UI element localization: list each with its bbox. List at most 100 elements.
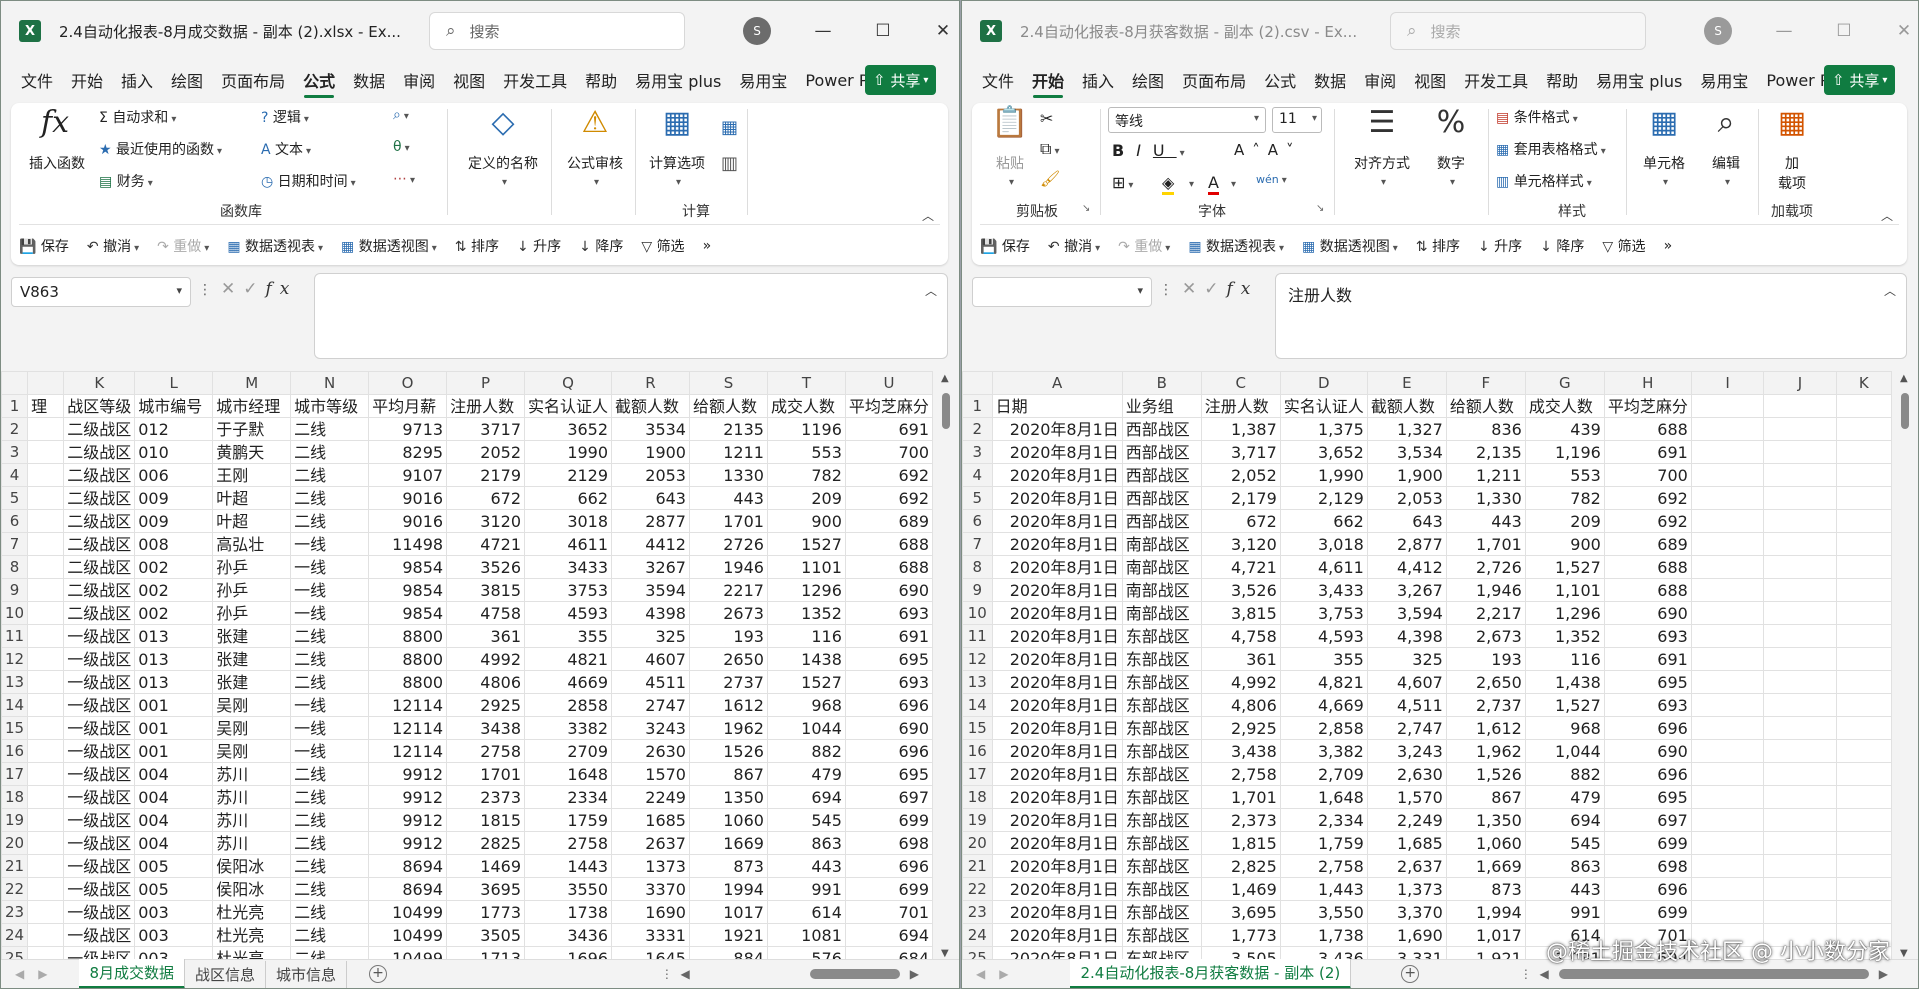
row-header[interactable]: 19 [1, 808, 29, 832]
table-cell[interactable]: 692 [1603, 509, 1692, 533]
table-cell[interactable]: 882 [1524, 762, 1605, 786]
table-cell[interactable] [1763, 555, 1837, 579]
tab-insert[interactable]: 插入 [1080, 64, 1116, 96]
maximize-icon[interactable]: ☐ [1814, 21, 1874, 41]
table-cell[interactable]: 001 [134, 716, 214, 740]
table-cell[interactable]: 690 [844, 578, 933, 602]
table-cell[interactable]: 002 [134, 601, 214, 625]
qa-sort-asc[interactable]: ↓ 升序 [1478, 236, 1522, 256]
table-cell[interactable]: 二线 [290, 877, 370, 901]
table-cell[interactable]: 西部战区 [1121, 509, 1202, 533]
row-header[interactable]: 10 [962, 601, 993, 625]
table-cell[interactable]: 二线 [290, 509, 370, 533]
table-cell[interactable]: 2129 [524, 463, 613, 487]
table-cell[interactable]: 2,877 [1366, 532, 1447, 556]
row-header[interactable]: 8 [962, 555, 993, 579]
column-header[interactable]: B [1121, 371, 1202, 395]
table-cell[interactable] [27, 831, 65, 855]
table-cell[interactable] [1690, 831, 1765, 855]
table-cell[interactable] [1690, 877, 1765, 901]
table-cell[interactable]: 2,747 [1366, 716, 1447, 740]
table-cell[interactable] [1763, 785, 1837, 809]
column-header[interactable]: L [134, 371, 214, 395]
table-cell[interactable]: 004 [134, 808, 214, 832]
table-cell[interactable]: 二线 [290, 762, 370, 786]
name-box[interactable]: ▾ [972, 277, 1152, 307]
row-header[interactable]: 12 [962, 647, 993, 671]
table-cell[interactable] [1690, 808, 1765, 832]
table-cell[interactable]: 672 [446, 486, 526, 510]
table-cell[interactable] [1835, 463, 1892, 487]
table-cell[interactable]: 南部战区 [1121, 578, 1202, 602]
table-cell[interactable]: 009 [134, 509, 214, 533]
table-cell[interactable]: 691 [1603, 647, 1692, 671]
table-cell[interactable]: 355 [1279, 647, 1368, 671]
table-cell[interactable]: 001 [134, 739, 214, 763]
table-cell[interactable]: 9912 [368, 831, 448, 855]
table-cell[interactable]: 2179 [446, 463, 526, 487]
table-cell[interactable]: 2020年8月1日 [991, 716, 1123, 740]
table-cell[interactable]: 3594 [611, 578, 690, 602]
table-cell[interactable]: 1,994 [1445, 900, 1526, 924]
scroll-down-icon[interactable]: ▼ [1900, 948, 1908, 959]
recent-functions-button[interactable]: ★ 最近使用的函数 ▾ [99, 139, 222, 159]
table-cell[interactable]: 968 [1524, 716, 1605, 740]
table-cell[interactable]: 2,135 [1445, 440, 1526, 464]
table-cell[interactable]: 006 [134, 463, 214, 487]
table-cell[interactable] [1763, 486, 1837, 510]
table-cell[interactable]: 9016 [368, 509, 448, 533]
table-cell[interactable]: 2,334 [1279, 808, 1368, 832]
table-cell[interactable] [1835, 693, 1892, 717]
table-cell[interactable]: 12114 [368, 739, 448, 763]
table-cell[interactable]: 战区等级 [63, 394, 136, 418]
table-cell[interactable]: 700 [1603, 463, 1692, 487]
table-cell[interactable]: 西部战区 [1121, 486, 1202, 510]
table-cell[interactable] [27, 923, 65, 947]
table-cell[interactable]: 3505 [446, 923, 526, 947]
copy-icon[interactable]: ⧉ ▾ [1040, 139, 1059, 159]
table-cell[interactable]: 2,637 [1366, 854, 1447, 878]
row-header[interactable]: 6 [1, 509, 29, 533]
table-cell[interactable]: 3,594 [1366, 601, 1447, 625]
enter-icon[interactable]: ✓ [1204, 279, 1226, 299]
table-cell[interactable] [27, 670, 65, 694]
table-cell[interactable]: 1060 [688, 808, 768, 832]
table-cell[interactable]: 1,962 [1445, 739, 1526, 763]
table-cell[interactable] [27, 785, 65, 809]
table-cell[interactable]: 699 [844, 808, 933, 832]
table-cell[interactable]: 2,630 [1366, 762, 1447, 786]
column-header[interactable]: D [1279, 371, 1368, 395]
table-cell[interactable]: 8694 [368, 877, 448, 901]
table-cell[interactable]: 1,327 [1366, 417, 1447, 441]
table-cell[interactable]: 991 [766, 877, 846, 901]
table-cell[interactable]: 2020年8月1日 [991, 486, 1123, 510]
borders-icon[interactable]: ⊞ ▾ [1112, 173, 1133, 192]
table-cell[interactable]: 361 [446, 624, 526, 648]
row-header[interactable]: 21 [962, 854, 993, 878]
table-cell[interactable]: 004 [134, 762, 214, 786]
table-cell[interactable]: 8800 [368, 670, 448, 694]
table-cell[interactable]: 008 [134, 532, 214, 556]
table-cell[interactable]: 一级战区 [63, 785, 136, 809]
row-header[interactable]: 2 [1, 417, 29, 441]
table-cell[interactable]: 3,753 [1279, 601, 1368, 625]
tab-yiyongbao-plus[interactable]: 易用宝 plus [1594, 64, 1684, 96]
table-cell[interactable]: 苏川 [212, 808, 292, 832]
table-cell[interactable] [1763, 900, 1837, 924]
table-cell[interactable] [1835, 716, 1892, 740]
worksheet-grid[interactable]: A B C D E F G H I J K 1 日期 业务组 注册人数 实名认证人 截额人… [962, 371, 1892, 961]
row-header[interactable]: 15 [1, 716, 29, 740]
table-cell[interactable] [1835, 831, 1892, 855]
table-cell[interactable]: 694 [766, 785, 846, 809]
table-cell[interactable]: 2020年8月1日 [991, 440, 1123, 464]
formula-bar-menu-icon[interactable]: ⋮ [1159, 282, 1173, 298]
table-cell[interactable]: 2020年8月1日 [991, 601, 1123, 625]
table-cell[interactable] [1690, 486, 1765, 510]
table-cell[interactable] [1690, 785, 1765, 809]
table-cell[interactable]: 二线 [290, 900, 370, 924]
table-cell[interactable]: 4,721 [1200, 555, 1281, 579]
table-cell[interactable]: 侯阳冰 [212, 854, 292, 878]
math-button[interactable]: θ ▾ [393, 139, 410, 155]
table-cell[interactable] [27, 739, 65, 763]
table-cell[interactable]: 867 [1445, 785, 1526, 809]
